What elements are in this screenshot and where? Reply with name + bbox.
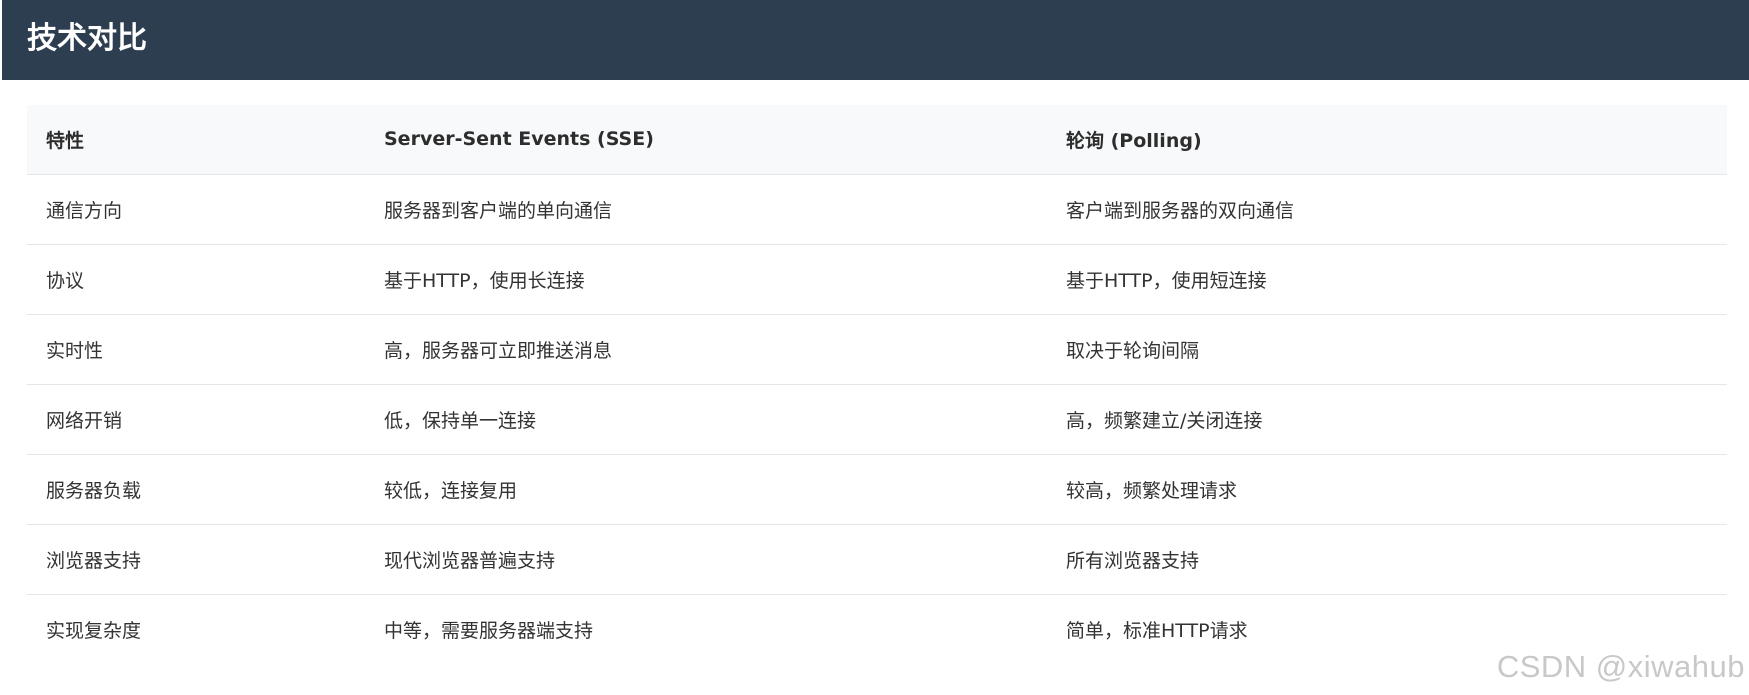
polling-cell: 基于HTTP，使用短连接 <box>1047 244 1727 315</box>
polling-cell: 较高，频繁处理请求 <box>1047 454 1727 525</box>
table-row: 浏览器支持 现代浏览器普遍支持 所有浏览器支持 <box>27 524 1727 595</box>
sse-cell: 服务器到客户端的单向通信 <box>365 174 1047 245</box>
comparison-table: 特性 Server-Sent Events (SSE) 轮询 (Polling)… <box>27 105 1727 664</box>
sse-cell: 现代浏览器普遍支持 <box>365 524 1047 595</box>
feature-cell: 通信方向 <box>27 174 365 245</box>
table-row: 协议 基于HTTP，使用长连接 基于HTTP，使用短连接 <box>27 244 1727 315</box>
sse-cell: 基于HTTP，使用长连接 <box>365 244 1047 315</box>
table-row: 实现复杂度 中等，需要服务器端支持 简单，标准HTTP请求 <box>27 594 1727 664</box>
feature-cell: 协议 <box>27 244 365 315</box>
table-row: 网络开销 低，保持单一连接 高，频繁建立/关闭连接 <box>27 384 1727 455</box>
feature-cell: 实时性 <box>27 314 365 385</box>
table-header-row: 特性 Server-Sent Events (SSE) 轮询 (Polling) <box>27 105 1727 175</box>
feature-cell: 浏览器支持 <box>27 524 365 595</box>
column-header-sse: Server-Sent Events (SSE) <box>365 105 1047 175</box>
table-row: 服务器负载 较低，连接复用 较高，频繁处理请求 <box>27 454 1727 525</box>
page-header: 技术对比 <box>2 0 1749 80</box>
polling-cell: 客户端到服务器的双向通信 <box>1047 174 1727 245</box>
feature-cell: 网络开销 <box>27 384 365 455</box>
polling-cell: 所有浏览器支持 <box>1047 524 1727 595</box>
table-row: 通信方向 服务器到客户端的单向通信 客户端到服务器的双向通信 <box>27 174 1727 245</box>
sse-cell: 低，保持单一连接 <box>365 384 1047 455</box>
feature-cell: 实现复杂度 <box>46 619 142 642</box>
comparison-table-container: 特性 Server-Sent Events (SSE) 轮询 (Polling)… <box>27 105 1727 664</box>
polling-cell: 高，频繁建立/关闭连接 <box>1047 384 1727 455</box>
polling-cell: 取决于轮询间隔 <box>1047 314 1727 385</box>
page-title: 技术对比 <box>27 21 147 56</box>
column-header-feature: 特性 <box>27 105 365 175</box>
sse-cell: 中等，需要服务器端支持 <box>384 619 594 642</box>
sse-cell: 较低，连接复用 <box>365 454 1047 525</box>
feature-cell: 服务器负载 <box>27 454 365 525</box>
table-row: 实时性 高，服务器可立即推送消息 取决于轮询间隔 <box>27 314 1727 385</box>
csdn-watermark: CSDN @xiwahub <box>1496 649 1745 684</box>
column-header-polling: 轮询 (Polling) <box>1047 105 1727 175</box>
page: 技术对比 特性 Server-Sent Events (SSE) 轮询 (Pol… <box>0 0 1749 695</box>
sse-cell: 高，服务器可立即推送消息 <box>365 314 1047 385</box>
